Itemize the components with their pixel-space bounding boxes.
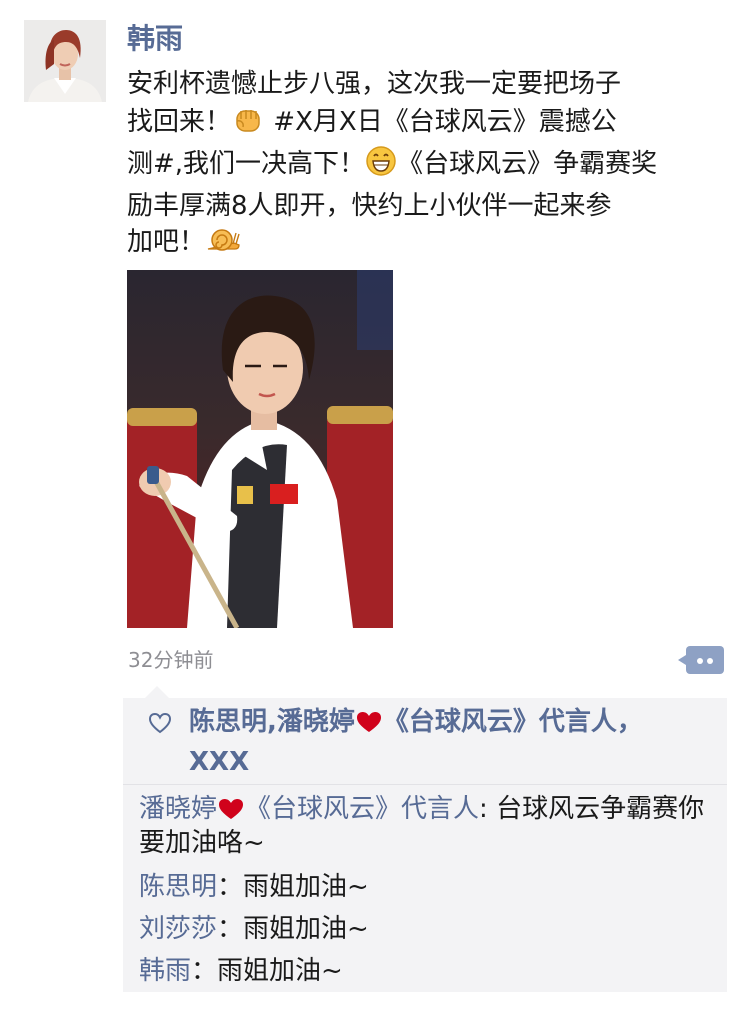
comment-text: 雨姐加油~ bbox=[243, 872, 369, 902]
like-names-3[interactable]: XXX bbox=[189, 747, 249, 777]
post-text-segment-5: 《台球风云》争霸赛奖 bbox=[397, 149, 658, 179]
fist-emoji bbox=[231, 103, 265, 146]
post-photo[interactable] bbox=[127, 270, 393, 628]
comment-item[interactable]: 潘晓婷 《台球风云》代言人: 台球风云争霸赛你要加油咯~ bbox=[139, 792, 709, 860]
grin-emoji bbox=[365, 145, 397, 188]
post-text-segment-3: #X月X日《台球风云》震撼公 bbox=[265, 106, 617, 137]
comment-separator: ： bbox=[191, 956, 218, 986]
comment-separator: ： bbox=[217, 872, 244, 902]
comment-item[interactable]: 韩雨：雨姐加油~ bbox=[139, 954, 709, 988]
likes-row: 陈思明,潘晓婷 《台球风云》代言人， XXX bbox=[123, 698, 727, 785]
comment-separator: ： bbox=[217, 914, 244, 944]
like-separator: ， bbox=[616, 707, 643, 737]
comment-separator: : bbox=[479, 794, 497, 824]
comment-dot-icon bbox=[697, 658, 703, 664]
post-text-segment-4: 测#,我们一决高下！ bbox=[127, 149, 366, 179]
avatar[interactable] bbox=[24, 20, 106, 102]
comment-author[interactable]: 潘晓婷 bbox=[139, 794, 217, 824]
comment-item[interactable]: 刘莎莎：雨姐加油~ bbox=[139, 912, 709, 946]
heart-outline-icon bbox=[148, 712, 172, 734]
post-text: 安利杯遗憾止步八强，这次我一定要把场子 找回来！ #X月X日《台球风云》震撼公 … bbox=[127, 66, 707, 266]
likes-names: 陈思明,潘晓婷 《台球风云》代言人， XXX bbox=[189, 702, 709, 782]
comment-dot-icon bbox=[707, 658, 713, 664]
post-timestamp: 32分钟前 bbox=[128, 648, 214, 672]
red-heart-icon bbox=[219, 799, 244, 819]
comment-author-suffix[interactable]: 《台球风云》代言人 bbox=[245, 794, 479, 824]
interactions-panel: 陈思明,潘晓婷 《台球风云》代言人， XXX 潘晓婷 《台球风云》代言人: 台球风云… bbox=[123, 686, 727, 992]
comment-bubble-icon[interactable] bbox=[678, 646, 724, 674]
comment-text: 雨姐加油~ bbox=[243, 914, 369, 944]
like-names-1[interactable]: 陈思明,潘晓婷 bbox=[189, 707, 355, 737]
comment-text: 雨姐加油~ bbox=[217, 956, 343, 986]
comment-author[interactable]: 刘莎莎 bbox=[139, 914, 217, 944]
post-text-segment-2: 找回来！ bbox=[127, 106, 232, 137]
billiards-player-photo bbox=[127, 270, 393, 628]
comment-author[interactable]: 韩雨 bbox=[139, 956, 191, 986]
post-text-segment-7: 加吧！ bbox=[127, 227, 206, 257]
post-text-segment-1: 安利杯遗憾止步八强，这次我一定要把场子 bbox=[127, 69, 622, 99]
snail-emoji bbox=[205, 225, 241, 266]
comment-item[interactable]: 陈思明：雨姐加油~ bbox=[139, 870, 709, 904]
post-author-name[interactable]: 韩雨 bbox=[127, 20, 183, 58]
red-heart-icon bbox=[356, 712, 381, 732]
like-names-2[interactable]: 《台球风云》代言人 bbox=[383, 707, 617, 737]
post-text-segment-6: 励丰厚满8人即开，快约上小伙伴一起来参 bbox=[127, 190, 612, 221]
comment-author[interactable]: 陈思明 bbox=[139, 872, 217, 902]
user-avatar-photo bbox=[24, 20, 106, 102]
